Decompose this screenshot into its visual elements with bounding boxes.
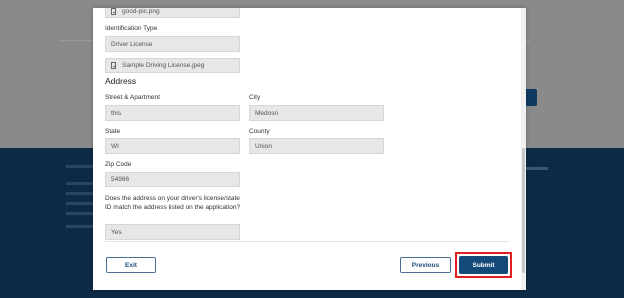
zip-field[interactable]: 54986 [105, 172, 240, 187]
identification-type-label: Identification Type [105, 25, 158, 32]
backdrop-footer-text [66, 165, 96, 168]
state-field[interactable]: WI [105, 138, 240, 154]
photo-file-name: good-pic.png [122, 8, 160, 15]
backdrop-footer-text [66, 202, 96, 205]
backdrop-footer-text [66, 192, 96, 195]
exit-button[interactable]: Exit [106, 257, 156, 273]
backdrop-footer-text [66, 212, 96, 215]
address-match-field[interactable]: Yes [105, 224, 240, 240]
zip-label: Zip Code [105, 161, 132, 168]
city-label: City [249, 94, 261, 101]
submit-highlight-box [455, 252, 512, 278]
footer-divider [105, 241, 509, 242]
review-modal: good-pic.png Identification Type Driver … [93, 8, 526, 290]
state-label: State [105, 128, 121, 135]
backdrop-footer-text [66, 182, 96, 185]
street-label: Street & Apartment [105, 94, 160, 101]
license-file-name: Sample Driving License.jpeg [122, 62, 205, 69]
street-field[interactable]: this [105, 105, 240, 121]
backdrop-footer-text [66, 225, 96, 228]
file-icon [111, 62, 116, 69]
address-match-question: Does the address on your driver's licens… [105, 195, 241, 211]
photo-file-field[interactable]: good-pic.png [105, 8, 240, 18]
city-field[interactable]: Medosn [249, 105, 384, 121]
previous-button[interactable]: Previous [400, 257, 451, 273]
scrollbar-thumb[interactable] [522, 148, 525, 273]
county-field[interactable]: Union [249, 138, 384, 154]
backdrop-footer-text [526, 167, 548, 170]
county-label: County [249, 128, 270, 135]
identification-type-field[interactable]: Driver License [105, 36, 240, 52]
license-file-field[interactable]: Sample Driving License.jpeg [105, 58, 240, 73]
address-heading: Address [105, 76, 137, 86]
modal-scrollbar[interactable] [521, 8, 526, 290]
file-icon [111, 8, 116, 15]
